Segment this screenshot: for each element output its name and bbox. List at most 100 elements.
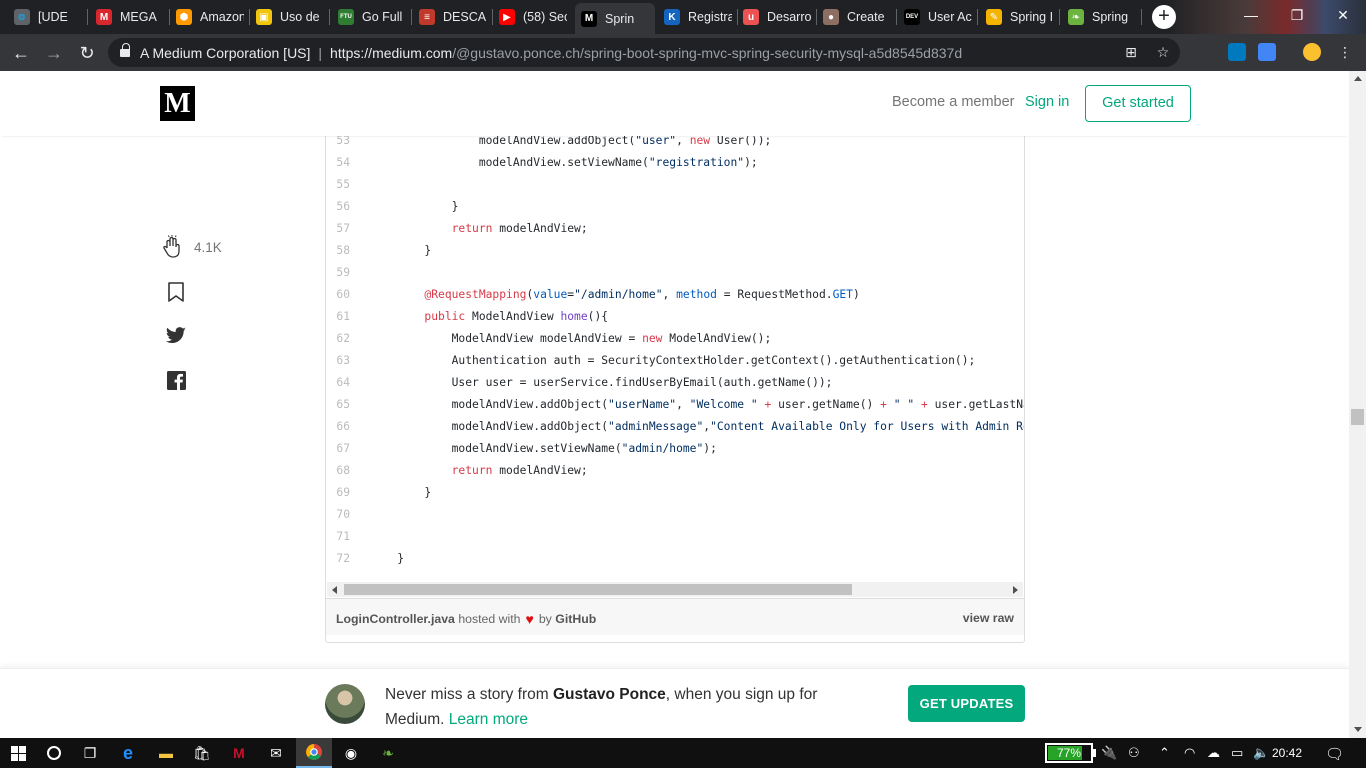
file-explorer-taskbar-button[interactable]: ▬	[148, 738, 184, 768]
udemy-icon: u	[743, 9, 759, 25]
browser-tab[interactable]: M Sprin	[575, 3, 655, 34]
code-scroll-thumb[interactable]	[344, 584, 852, 595]
mcafee-taskbar-button[interactable]: M	[221, 738, 257, 768]
store-taskbar-button[interactable]: 🛍	[184, 738, 220, 768]
browser-tab-title: Spring I	[1010, 10, 1054, 24]
onedrive-cloud-icon[interactable]: ☁	[1207, 745, 1220, 761]
browser-tab[interactable]: ▶ (58) Sec	[493, 3, 573, 31]
bookmark-star-icon[interactable]: ☆	[1154, 43, 1172, 61]
scroll-up-arrow-icon[interactable]	[1354, 76, 1362, 81]
edge-taskbar-button[interactable]: e	[110, 738, 146, 768]
line-number: 64	[336, 376, 350, 389]
browser-tab[interactable]: ✎ Spring I	[980, 3, 1060, 31]
spring-tool-taskbar-button[interactable]: ❧	[370, 738, 406, 768]
chrome-menu-icon[interactable]: ⋮	[1336, 43, 1354, 61]
battery-tray-icon[interactable]: ▭	[1231, 745, 1243, 761]
view-raw-link[interactable]: view raw	[963, 611, 1014, 625]
gist-file-link[interactable]: LoginController.java	[336, 612, 455, 626]
github-octocat-icon: ◉	[344, 744, 358, 761]
trello-extension-icon[interactable]	[1228, 43, 1246, 61]
medium-logo[interactable]: M	[160, 86, 195, 121]
forward-button[interactable]: →	[42, 41, 66, 65]
translate-icon[interactable]: ⊞	[1122, 43, 1140, 61]
sign-in-link[interactable]: Sign in	[1025, 94, 1069, 110]
scroll-left-arrow-icon[interactable]	[332, 586, 337, 594]
browser-tab[interactable]: 🌐 [UDE	[8, 3, 88, 31]
scroll-right-arrow-icon[interactable]	[1013, 586, 1018, 594]
taskbar-clock[interactable]: 20:42	[1272, 738, 1302, 768]
browser-tab[interactable]: u Desarro	[737, 3, 817, 31]
tab-separator	[1141, 9, 1142, 25]
back-button[interactable]: ←	[9, 41, 33, 65]
browser-tab[interactable]: DEV User Ac	[898, 3, 978, 31]
line-number: 72	[336, 552, 350, 565]
windows-start-button[interactable]	[0, 738, 36, 768]
page-scroll-thumb[interactable]	[1351, 409, 1364, 425]
heart-icon: ♥	[525, 611, 534, 627]
code-text: }	[370, 486, 432, 499]
close-window-button[interactable]: ✕	[1320, 0, 1366, 34]
browser-tab[interactable]: FTU Go Full	[332, 3, 412, 31]
chrome-taskbar-button[interactable]	[296, 738, 332, 768]
line-number: 68	[336, 464, 350, 477]
code-line: 54 modelAndView.setViewName("registratio…	[326, 152, 1024, 174]
browser-tab[interactable]: ≡ DESCAR	[413, 3, 493, 31]
code-text: modelAndView.addObject("adminMessage","C…	[370, 420, 1024, 433]
wifi-icon[interactable]: ◠	[1184, 745, 1195, 761]
code-text: }	[370, 552, 405, 565]
scroll-down-arrow-icon[interactable]	[1354, 727, 1362, 732]
reload-button[interactable]: ↻	[75, 41, 99, 65]
browser-tab[interactable]: K Registra	[658, 3, 738, 31]
maximize-button[interactable]: ❐	[1274, 0, 1320, 34]
learn-more-link[interactable]: Learn more	[449, 711, 528, 728]
browser-tab[interactable]: ❧ Spring	[1062, 3, 1142, 31]
battery-indicator[interactable]: 77%	[1045, 743, 1096, 763]
store-bag-icon: 🛍	[193, 744, 211, 761]
tray-chevron-up-icon[interactable]: ⌃	[1159, 745, 1170, 761]
code-text: ModelAndView modelAndView = new ModelAnd…	[370, 332, 772, 345]
search-button[interactable]	[36, 738, 72, 768]
code-text: modelAndView.addObject("userName", "Welc…	[370, 398, 1024, 411]
google-translate-extension-icon[interactable]	[1258, 43, 1276, 61]
new-tab-button[interactable]: +	[1152, 5, 1176, 29]
browser-tab[interactable]: M MEGA	[90, 3, 170, 31]
code-text: modelAndView.setViewName("admin/home");	[370, 442, 717, 455]
github-desktop-taskbar-button[interactable]: ◉	[333, 738, 369, 768]
get-started-button[interactable]: Get started	[1085, 85, 1191, 122]
action-center-icon[interactable]: 🗨	[1325, 745, 1344, 763]
clap-button[interactable]: 4.1K	[160, 234, 222, 260]
address-bar[interactable]: A Medium Corporation [US] | https://medi…	[108, 38, 1180, 67]
facebook-share-button[interactable]	[167, 371, 186, 395]
author-name[interactable]: Gustavo Ponce	[553, 686, 666, 703]
get-updates-button[interactable]: GET UPDATES	[908, 685, 1025, 722]
code-line: 65 modelAndView.addObject("userName", "W…	[326, 394, 1024, 416]
browser-tab[interactable]: ● Create	[817, 3, 897, 31]
line-number: 55	[336, 178, 350, 191]
github-link[interactable]: GitHub	[555, 612, 596, 626]
clap-count: 4.1K	[194, 239, 222, 255]
power-plug-icon[interactable]: 🔌	[1101, 745, 1117, 761]
page-vertical-scrollbar[interactable]	[1349, 71, 1366, 738]
profile-emoji-icon[interactable]	[1303, 43, 1321, 61]
line-number: 56	[336, 200, 350, 213]
code-line: 67 modelAndView.setViewName("admin/home"…	[326, 438, 1024, 460]
url-text[interactable]: https://medium.com/@gustavo.ponce.ch/spr…	[330, 45, 962, 61]
author-avatar[interactable]	[325, 684, 365, 724]
minimize-button[interactable]: —	[1228, 0, 1274, 34]
twitter-share-button[interactable]	[165, 327, 187, 350]
people-icon[interactable]: ⚇	[1128, 745, 1140, 761]
browser-tab[interactable]: ▣ Uso de	[250, 3, 330, 31]
spring-leaf-icon: ❧	[1068, 9, 1084, 25]
browser-tab[interactable]: ⬢ Amazon	[170, 3, 250, 31]
code-horizontal-scrollbar[interactable]	[327, 582, 1023, 597]
site-identity[interactable]: A Medium Corporation [US]	[140, 45, 310, 61]
code-line: 69 }	[326, 482, 1024, 504]
become-member-link[interactable]: Become a member	[892, 94, 1015, 110]
windows-logo-icon	[10, 745, 26, 761]
page-viewport: else { userService.saveUser(user);52 mod…	[0, 71, 1349, 738]
task-view-button[interactable]: ❐	[72, 738, 108, 768]
bookmark-button[interactable]	[167, 282, 185, 307]
browser-tab-title: User Ac	[928, 10, 972, 24]
volume-icon[interactable]: 🔈	[1253, 745, 1269, 761]
mail-taskbar-button[interactable]: ✉	[258, 738, 294, 768]
